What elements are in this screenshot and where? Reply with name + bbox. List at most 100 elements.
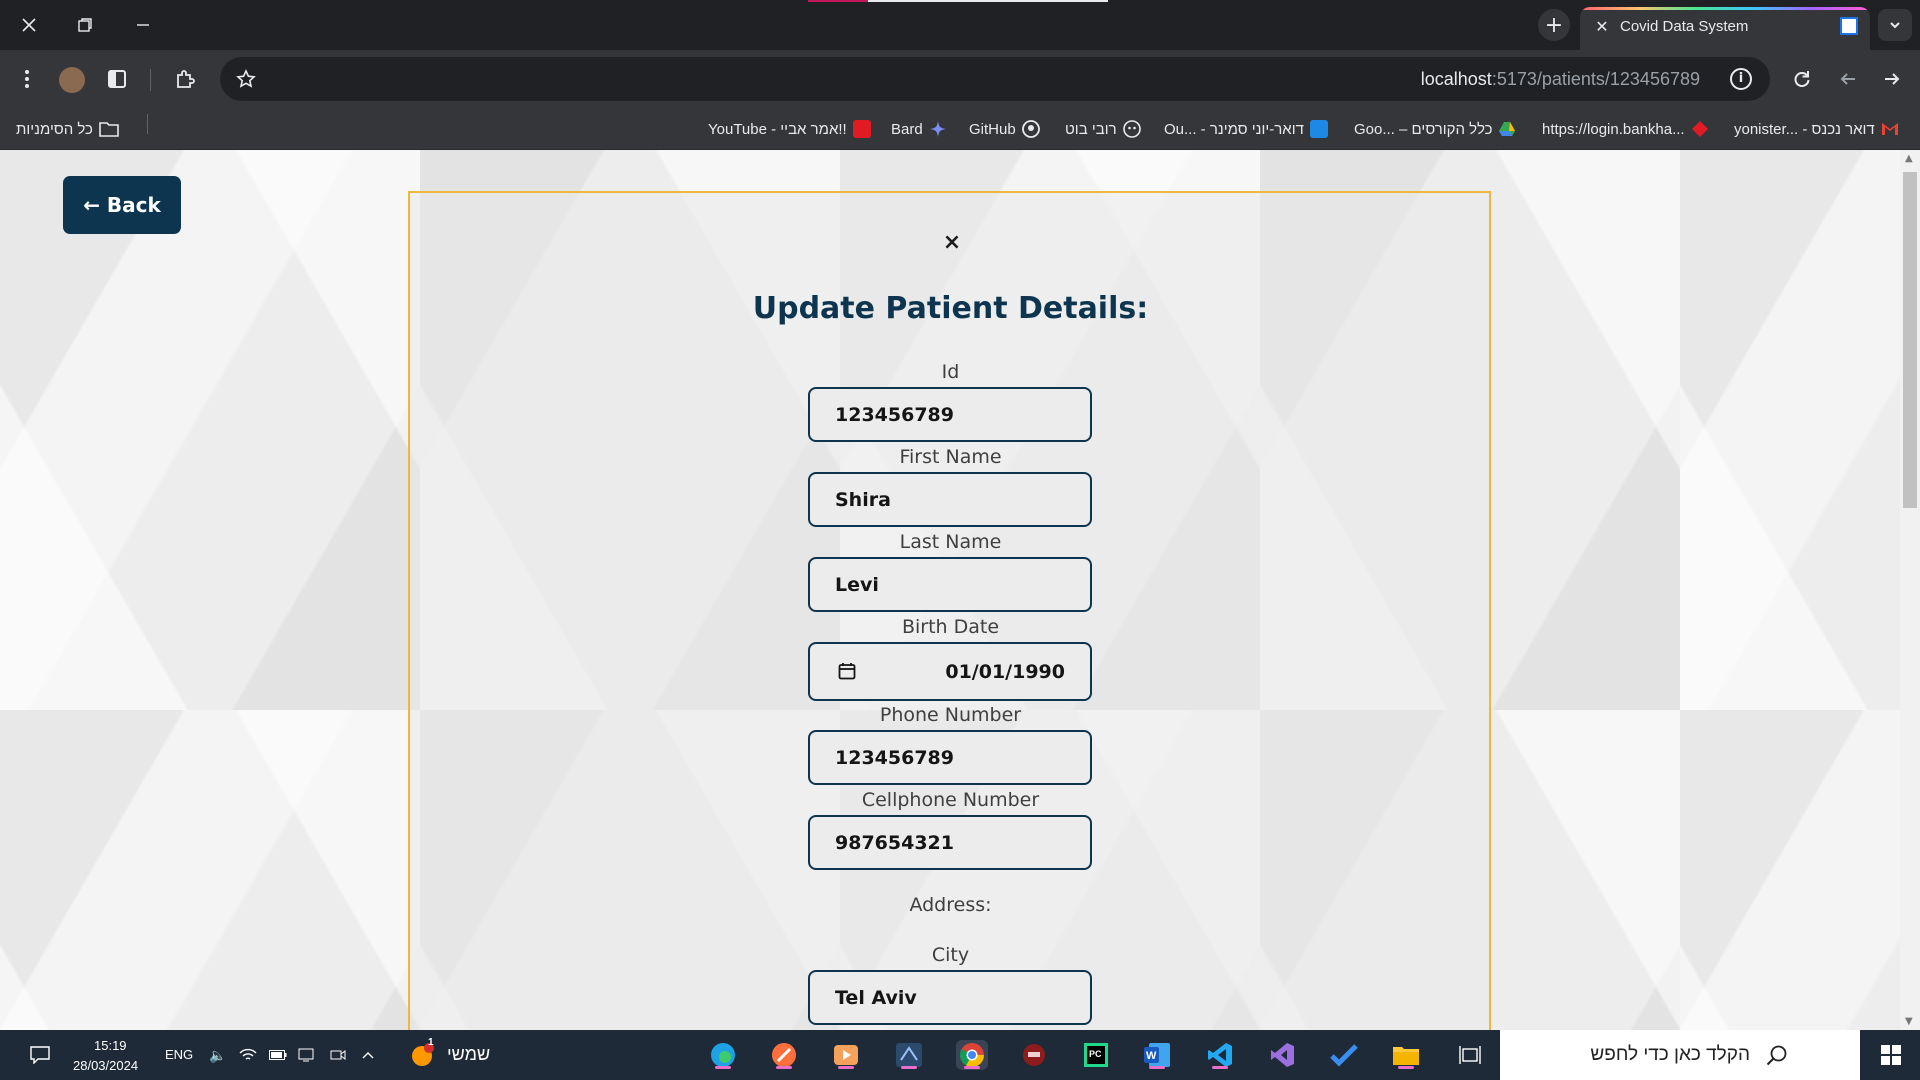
extensions-puzzle-icon[interactable] bbox=[169, 63, 201, 95]
window-close-icon[interactable] bbox=[0, 0, 58, 50]
bookmark-label: Ou... - דואר-יוני סמינר bbox=[1164, 120, 1304, 138]
bookmark-outlook[interactable]: Ou... - דואר-יוני סמינר bbox=[1164, 119, 1328, 139]
browser-toolbar: localhost:5173/patients/123456789 i bbox=[0, 50, 1920, 108]
word-running-indicator bbox=[1149, 1066, 1165, 1069]
bookmark-label: Bard bbox=[891, 120, 923, 138]
edge-icon[interactable] bbox=[707, 1040, 739, 1070]
sidebar-toggle-icon[interactable] bbox=[101, 63, 133, 95]
bookmark-google-drive[interactable]: Goo... – כלל הקורסים bbox=[1354, 119, 1516, 139]
notifications-icon[interactable] bbox=[24, 1040, 56, 1070]
phone-label: Phone Number bbox=[879, 704, 1022, 726]
windows-taskbar: 15:19 28/03/2024 ENG 🔈 1 שמשי PC W הקלד … bbox=[0, 1030, 1920, 1080]
last-name-field[interactable]: Levi bbox=[808, 557, 1092, 612]
clock-date[interactable]: 28/03/2024 bbox=[73, 1058, 138, 1073]
address-bar[interactable]: localhost:5173/patients/123456789 i bbox=[220, 57, 1770, 101]
bookmark-star-icon[interactable] bbox=[230, 63, 262, 95]
bot-app-icon[interactable] bbox=[1018, 1040, 1050, 1070]
id-label: Id bbox=[941, 361, 960, 383]
menu-kebab-icon[interactable] bbox=[11, 63, 43, 95]
task-view-icon[interactable] bbox=[1454, 1040, 1486, 1070]
window-minimize-icon[interactable] bbox=[114, 0, 172, 50]
bot-face-icon bbox=[1122, 120, 1141, 138]
calendar-icon[interactable] bbox=[838, 662, 856, 680]
weather-sun-icon[interactable]: 1 bbox=[406, 1037, 438, 1070]
bookmarks-bar: כל הסימניות YouTube - אמר אביי!! Bard Gi… bbox=[0, 108, 1920, 150]
bookmark-github[interactable]: GitHub bbox=[969, 119, 1040, 139]
folder-icon bbox=[99, 122, 119, 137]
gmail-icon bbox=[1881, 123, 1898, 135]
url-text[interactable]: localhost:5173/patients/123456789 bbox=[1421, 69, 1700, 89]
chrome-icon[interactable] bbox=[956, 1040, 988, 1070]
tab-close-icon[interactable]: ✕ bbox=[1592, 17, 1612, 37]
bookmark-label: YouTube - אמר אביי!! bbox=[708, 120, 847, 138]
profile-avatar[interactable] bbox=[59, 67, 85, 93]
scrollbar-thumb[interactable] bbox=[1903, 172, 1917, 508]
first-name-field[interactable]: Shira bbox=[808, 472, 1092, 527]
taskbar-search-box[interactable]: הקלד כאן כדי לחפש bbox=[1500, 1030, 1860, 1080]
file-explorer-icon[interactable] bbox=[1390, 1040, 1422, 1070]
back-button[interactable]: ← Back bbox=[63, 176, 181, 234]
update-patient-form: × Update Patient Details: Id 123456789 F… bbox=[408, 191, 1491, 1030]
bookmark-label: רובי בוט bbox=[1065, 120, 1117, 138]
id-field[interactable]: 123456789 bbox=[808, 387, 1092, 442]
site-info-icon[interactable]: i bbox=[1730, 68, 1752, 90]
bookmark-bard[interactable]: Bard bbox=[891, 119, 947, 139]
close-form-icon[interactable]: × bbox=[940, 231, 964, 255]
first-name-value: Shira bbox=[835, 488, 891, 511]
city-field[interactable]: Tel Aviv bbox=[808, 970, 1092, 1025]
windows-start-icon[interactable] bbox=[1862, 1030, 1920, 1080]
tab-covid-data-system[interactable]: ✕ Covid Data System bbox=[1580, 7, 1870, 50]
bank-diamond-icon bbox=[1691, 121, 1708, 137]
scroll-up-arrow-icon[interactable]: ▲ bbox=[1905, 153, 1913, 164]
volume-icon[interactable]: 🔈 bbox=[202, 1040, 234, 1070]
app-running-indicator bbox=[838, 1066, 854, 1069]
form-title: Update Patient Details: bbox=[752, 291, 1149, 326]
sql-server-icon[interactable] bbox=[893, 1040, 925, 1070]
back-arrow-icon[interactable] bbox=[1832, 63, 1864, 95]
window-restore-icon[interactable] bbox=[56, 0, 114, 50]
birth-date-field[interactable]: 01/01/1990 bbox=[808, 642, 1092, 701]
forward-arrow-icon[interactable] bbox=[1876, 63, 1908, 95]
url-path: :5173/patients/123456789 bbox=[1491, 69, 1700, 89]
language-indicator[interactable]: ENG bbox=[165, 1047, 193, 1062]
bookmark-robi-bot[interactable]: רובי בוט bbox=[1065, 119, 1141, 139]
all-bookmarks-folder[interactable]: כל הסימניות bbox=[16, 119, 119, 139]
device-sync-icon[interactable] bbox=[290, 1040, 322, 1070]
weather-label[interactable]: שמשי bbox=[447, 1044, 490, 1065]
phone-field[interactable]: 123456789 bbox=[808, 730, 1092, 785]
bookmark-bank[interactable]: https://login.bankha... bbox=[1542, 119, 1709, 139]
tab-favicon-icon bbox=[1840, 17, 1858, 35]
taskbar-search-placeholder: הקלד כאן כדי לחפש bbox=[1590, 1044, 1750, 1065]
bookmark-label: yonister... - דואר נכנס bbox=[1734, 120, 1875, 138]
all-bookmarks-label: כל הסימניות bbox=[16, 120, 93, 138]
bookmark-youtube[interactable]: YouTube - אמר אביי!! bbox=[708, 119, 871, 139]
tab-search-chevron-down-icon[interactable] bbox=[1878, 9, 1912, 41]
app-running-indicator bbox=[901, 1066, 917, 1069]
birth-date-value: 01/01/1990 bbox=[945, 660, 1065, 683]
clock-time[interactable]: 15:19 bbox=[94, 1038, 127, 1053]
first-name-label: First Name bbox=[899, 446, 1002, 468]
edge-running-indicator bbox=[715, 1066, 731, 1069]
reload-icon[interactable] bbox=[1786, 63, 1818, 95]
media-player-icon[interactable] bbox=[830, 1040, 862, 1070]
pycharm-icon[interactable]: PC bbox=[1080, 1040, 1112, 1070]
visual-studio-icon[interactable] bbox=[1266, 1040, 1298, 1070]
new-tab-button[interactable]: + bbox=[1538, 9, 1570, 41]
toolbar-divider bbox=[150, 69, 151, 91]
todo-check-icon[interactable] bbox=[1328, 1040, 1360, 1070]
word-icon[interactable]: W bbox=[1141, 1040, 1173, 1070]
tab-group-indicator-accent bbox=[808, 0, 868, 2]
bookmark-gmail[interactable]: yonister... - דואר נכנס bbox=[1734, 119, 1899, 139]
compass-app-icon[interactable] bbox=[768, 1040, 800, 1070]
search-icon bbox=[1766, 1045, 1787, 1066]
bookmark-label: Goo... – כלל הקורסים bbox=[1354, 120, 1493, 138]
wifi-icon[interactable] bbox=[232, 1040, 264, 1070]
show-hidden-icons-chevron-up-icon[interactable] bbox=[352, 1040, 384, 1070]
cellphone-field[interactable]: 987654321 bbox=[808, 815, 1092, 870]
city-value: Tel Aviv bbox=[835, 986, 917, 1009]
page-scrollbar[interactable]: ▲ ▼ bbox=[1900, 150, 1920, 1030]
vscode-icon[interactable] bbox=[1204, 1040, 1236, 1070]
scroll-down-arrow-icon[interactable]: ▼ bbox=[1905, 1016, 1913, 1027]
google-drive-icon bbox=[1499, 122, 1516, 136]
meet-now-icon[interactable] bbox=[322, 1040, 354, 1070]
